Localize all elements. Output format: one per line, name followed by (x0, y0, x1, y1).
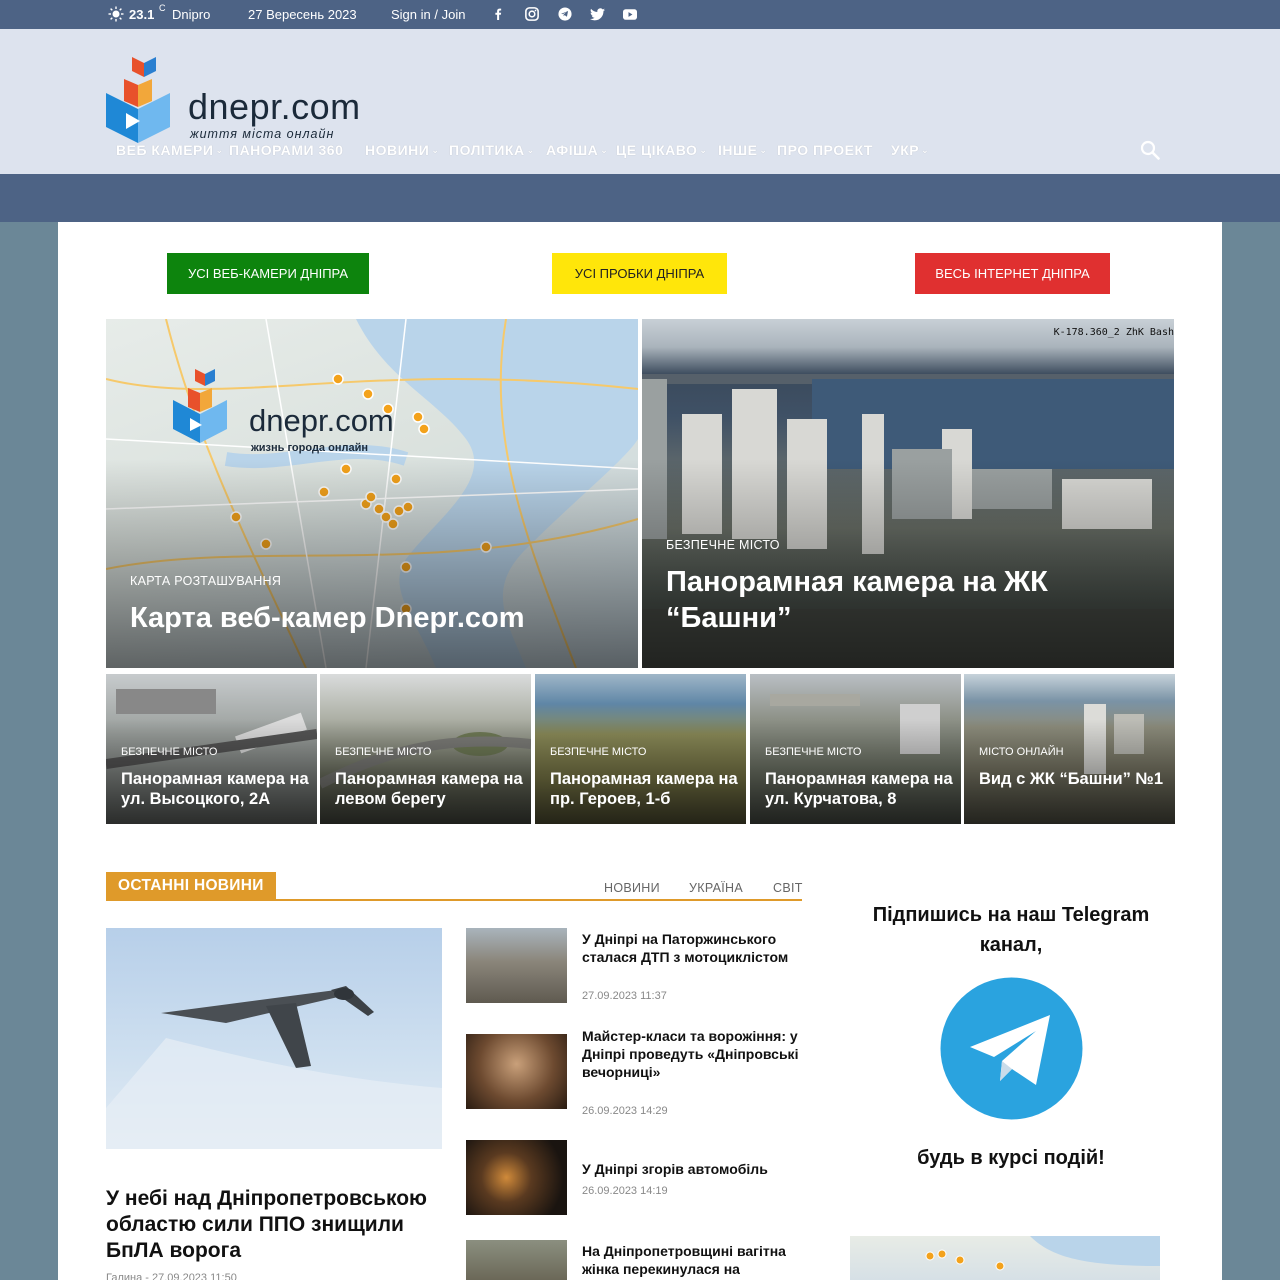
twitter-icon[interactable] (589, 6, 605, 22)
news-thumbnail[interactable] (466, 1034, 567, 1109)
tile-category[interactable]: БЕЗПЕЧНЕ МІСТО (550, 746, 646, 758)
tile-title[interactable]: Панорамная камера на ул. Высоцкого, 2А (121, 769, 311, 809)
logo-tagline: життя міста онлайн (190, 127, 335, 141)
weather-unit: C (159, 3, 166, 13)
news-title[interactable]: Майстер-класи та ворожіння: у Дніпрі про… (582, 1027, 804, 1081)
telegram-icon[interactable] (557, 6, 573, 22)
tile-title[interactable]: Панорамная камера на пр. Героев, 1-б (550, 769, 740, 809)
chevron-down-icon: ⌄ (215, 145, 224, 155)
news-thumbnail[interactable] (466, 1240, 567, 1280)
tile-title[interactable]: Вид с ЖК “Башни” №1 (979, 769, 1169, 789)
tab-news[interactable]: НОВИНИ (604, 881, 660, 895)
weather-temperature: 23.1 (129, 7, 155, 22)
lead-news-title[interactable]: У небі над Дніпропетровською областю сил… (106, 1186, 442, 1264)
news-date: 26.09.2023 14:29 (582, 1105, 668, 1117)
chevron-down-icon: ⌄ (921, 145, 930, 155)
tile-title[interactable]: Панорамная камера на ул. Курчатова, 8 (765, 769, 955, 809)
news-thumbnail[interactable] (466, 1140, 567, 1215)
header-sub-bar (0, 174, 1280, 222)
tile-category[interactable]: МІСТО ОНЛАЙН (979, 746, 1064, 758)
section-divider (106, 899, 802, 901)
camera-tile[interactable]: БЕЗПЕЧНЕ МІСТО Панорамная камера на ул. … (750, 674, 961, 824)
drone-image (106, 986, 442, 1149)
featured-card-panorama[interactable]: K-178.360_2 ZhK Bash БЕЗПЕЧНЕ МІСТО Пано… (642, 319, 1174, 668)
logo-text[interactable]: dnepr.com (188, 86, 361, 128)
map-logo-text: dnepr.com (249, 403, 394, 438)
youtube-icon[interactable] (622, 6, 638, 22)
sign-in-link[interactable]: Sign in / Join (391, 7, 465, 22)
news-title[interactable]: У Дніпрі на Паторжинського сталася ДТП з… (582, 930, 804, 966)
tile-category[interactable]: БЕЗПЕЧНЕ МІСТО (765, 746, 861, 758)
sidebar-map-thumbnail[interactable] (850, 1236, 1160, 1280)
latest-news-heading: ОСТАННІ НОВИНИ (106, 872, 276, 900)
nav-item-language[interactable]: УКР ⌄ (891, 142, 929, 158)
nav-item-about[interactable]: ПРО ПРОЕКТ (777, 142, 873, 158)
tab-world[interactable]: СВІТ (773, 881, 803, 895)
sun-icon (108, 6, 124, 22)
all-traffic-button[interactable]: УСІ ПРОБКИ ДНІПРА (552, 253, 727, 294)
tab-ukraine[interactable]: УКРАЇНА (689, 881, 743, 895)
camera-tile[interactable]: БЕЗПЕЧНЕ МІСТО Панорамная камера на пр. … (535, 674, 746, 824)
news-title[interactable]: У Дніпрі згорів автомобіль (582, 1160, 804, 1178)
instagram-icon[interactable] (524, 6, 540, 22)
chevron-down-icon: ⌄ (699, 145, 708, 155)
lead-news-image[interactable] (106, 928, 442, 1149)
nav-item-webcams[interactable]: ВЕБ КАМЕРИ ⌄ (116, 142, 224, 158)
telegram-promo-title: Підпишись на наш Telegram канал, (872, 904, 1150, 956)
tile-category[interactable]: БЕЗПЕЧНЕ МІСТО (121, 746, 217, 758)
all-internet-button[interactable]: ВЕСЬ ІНТЕРНЕТ ДНІПРА (915, 253, 1110, 294)
nav-item-panoramas[interactable]: ПАНОРАМИ 360 (229, 142, 343, 158)
nav-item-afisha[interactable]: АФІША ⌄ (546, 142, 608, 158)
chevron-down-icon: ⌄ (431, 145, 440, 155)
logo-icon[interactable] (104, 55, 174, 145)
all-webcams-button[interactable]: УСІ ВЕБ-КАМЕРИ ДНІПРА (167, 253, 369, 294)
news-date: 27.09.2023 11:37 (582, 990, 667, 1002)
weather-city: Dnipro (172, 7, 211, 22)
camera-overlay-tag: K-178.360_2 ZhK Bash (1053, 327, 1174, 338)
map-logo-tagline: жизнь города онлайн (251, 442, 368, 454)
nav-item-interesting[interactable]: ЦЕ ЦІКАВО ⌄ (616, 142, 707, 158)
tile-title[interactable]: Панорамная камера на левом берегу (335, 769, 525, 809)
tile-category[interactable]: БЕЗПЕЧНЕ МІСТО (335, 746, 431, 758)
featured-title[interactable]: Карта веб-камер Dnepr.com (130, 600, 620, 636)
top-bar: 23.1 C Dnipro 27 Вересень 2023 Sign in /… (0, 0, 1280, 29)
nav-item-news[interactable]: НОВИНИ ⌄ (365, 142, 439, 158)
telegram-promo-subtitle: будь в курсі подій! (917, 1147, 1105, 1169)
chevron-down-icon: ⌄ (600, 145, 609, 155)
news-title[interactable]: На Дніпропетровщині вагітна жінка переки… (582, 1242, 804, 1278)
lead-news-meta: Галина - 27.09.2023 11:50 (106, 1272, 237, 1280)
camera-tile[interactable]: БЕЗПЕЧНЕ МІСТО Панорамная камера на ул. … (106, 674, 317, 824)
camera-tile[interactable]: МІСТО ОНЛАЙН Вид с ЖК “Башни” №1 (964, 674, 1175, 824)
news-date: 26.09.2023 14:19 (582, 1185, 668, 1197)
current-date: 27 Вересень 2023 (248, 7, 357, 22)
facebook-icon[interactable] (490, 6, 506, 22)
nav-item-other[interactable]: ІНШЕ ⌄ (718, 142, 767, 158)
featured-category[interactable]: БЕЗПЕЧНЕ МІСТО (666, 538, 780, 552)
search-icon[interactable] (1140, 140, 1160, 160)
featured-category[interactable]: КАРТА РОЗТАШУВАННЯ (130, 574, 281, 588)
nav-item-politics[interactable]: ПОЛІТИКА ⌄ (449, 142, 535, 158)
chevron-down-icon: ⌄ (526, 145, 535, 155)
chevron-down-icon: ⌄ (759, 145, 768, 155)
camera-tile[interactable]: БЕЗПЕЧНЕ МІСТО Панорамная камера на лево… (320, 674, 531, 824)
featured-title[interactable]: Панорамная камера на ЖК “Башни” (666, 564, 1156, 636)
news-thumbnail[interactable] (466, 928, 567, 1003)
telegram-icon[interactable] (940, 977, 1083, 1120)
featured-card-map[interactable]: dnepr.com жизнь города онлайн КАРТА РОЗТ… (106, 319, 638, 668)
